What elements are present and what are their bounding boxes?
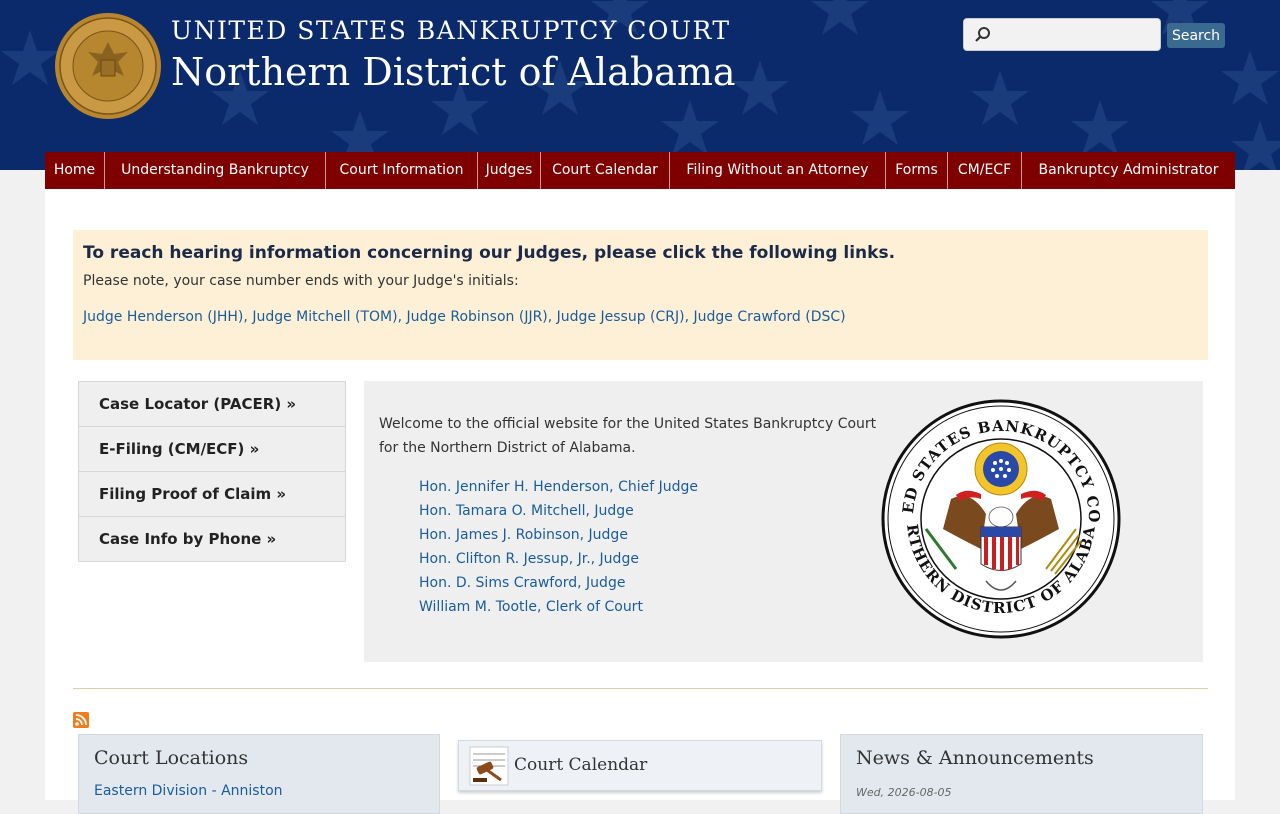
judge-link-henderson[interactable]: Judge Henderson (JHH) — [83, 309, 243, 325]
official-link[interactable]: William M. Tootle, Clerk of Court — [419, 595, 698, 619]
judge-links: Judge Henderson (JHH), Judge Mitchell (T… — [83, 309, 1198, 325]
court-calendar-panel[interactable]: Court Calendar — [458, 740, 822, 791]
nav-cm-ecf[interactable]: CM/ECF — [948, 152, 1022, 189]
court-seal-large-icon: UNITED STATES BANKRUPTCY COURT NORTHERN … — [881, 399, 1121, 639]
site-title-line1: UNITED STATES BANKRUPTCY COURT — [171, 16, 731, 45]
nav-filing-without-attorney[interactable]: Filing Without an Attorney — [670, 152, 886, 189]
nav-court-information[interactable]: Court Information — [326, 152, 478, 189]
nav-court-calendar[interactable]: Court Calendar — [541, 152, 670, 189]
court-calendar-title: Court Calendar — [514, 755, 648, 775]
judge-link-crawford[interactable]: Judge Crawford (DSC) — [694, 309, 846, 325]
search-icon — [975, 27, 990, 42]
site-title-line2[interactable]: Northern District of Alabama — [171, 50, 736, 94]
gavel-calendar-icon — [469, 746, 509, 786]
section-divider — [73, 688, 1208, 689]
site-header: UNITED STATES BANKRUPTCY COURT Northern … — [0, 0, 1280, 170]
main-content: To reach hearing information concerning … — [45, 189, 1235, 814]
quick-link-case-locator[interactable]: Case Locator (PACER) » — [79, 382, 345, 427]
news-date: Wed, 2026-08-05 — [856, 786, 952, 799]
welcome-text: Welcome to the official website for the … — [379, 416, 877, 456]
location-link[interactable]: Eastern Division - Anniston — [94, 783, 283, 799]
link-separator: , — [397, 309, 407, 325]
quick-links: Case Locator (PACER) » E-Filing (CM/ECF)… — [78, 381, 346, 562]
court-locations-panel: Court Locations Eastern Division - Annis… — [78, 734, 440, 814]
judge-link-jessup[interactable]: Judge Jessup (CRJ) — [557, 309, 685, 325]
search-box — [963, 18, 1161, 51]
news-title: News & Announcements — [856, 747, 1094, 769]
main-nav: Home Understanding Bankruptcy Court Info… — [45, 152, 1235, 189]
judge-link-mitchell[interactable]: Judge Mitchell (TOM) — [252, 309, 397, 325]
quick-link-proof-of-claim[interactable]: Filing Proof of Claim » — [79, 472, 345, 517]
court-seal-icon[interactable] — [54, 12, 162, 120]
search-button[interactable]: Search — [1167, 23, 1225, 48]
search-input[interactable] — [994, 23, 1158, 48]
official-link[interactable]: Hon. D. Sims Crawford, Judge — [419, 571, 698, 595]
link-separator: , — [547, 309, 557, 325]
link-separator: , — [243, 309, 253, 325]
quick-link-e-filing[interactable]: E-Filing (CM/ECF) » — [79, 427, 345, 472]
judge-link-robinson[interactable]: Judge Robinson (JJR) — [407, 309, 548, 325]
welcome-panel: Welcome to the official website for the … — [364, 381, 1203, 662]
nav-forms[interactable]: Forms — [886, 152, 948, 189]
notice-note: Please note, your case number ends with … — [83, 273, 519, 289]
news-panel: News & Announcements Wed, 2026-08-05 — [840, 734, 1203, 814]
hearing-notice: To reach hearing information concerning … — [73, 230, 1208, 360]
official-link[interactable]: Hon. James J. Robinson, Judge — [419, 523, 698, 547]
court-locations-title: Court Locations — [94, 747, 249, 769]
nav-bankruptcy-administrator[interactable]: Bankruptcy Administrator — [1022, 152, 1235, 189]
rss-feed-icon[interactable] — [73, 712, 89, 728]
official-link[interactable]: Hon. Jennifer H. Henderson, Chief Judge — [419, 475, 698, 499]
officials-list: Hon. Jennifer H. Henderson, Chief Judge … — [419, 475, 698, 619]
official-link[interactable]: Hon. Clifton R. Jessup, Jr., Judge — [419, 547, 698, 571]
official-link[interactable]: Hon. Tamara O. Mitchell, Judge — [419, 499, 698, 523]
nav-home[interactable]: Home — [45, 152, 105, 189]
nav-understanding-bankruptcy[interactable]: Understanding Bankruptcy — [105, 152, 326, 189]
quick-link-case-info-phone[interactable]: Case Info by Phone » — [79, 517, 345, 561]
notice-heading: To reach hearing information concerning … — [83, 243, 896, 263]
nav-judges[interactable]: Judges — [478, 152, 541, 189]
link-separator: , — [684, 309, 694, 325]
